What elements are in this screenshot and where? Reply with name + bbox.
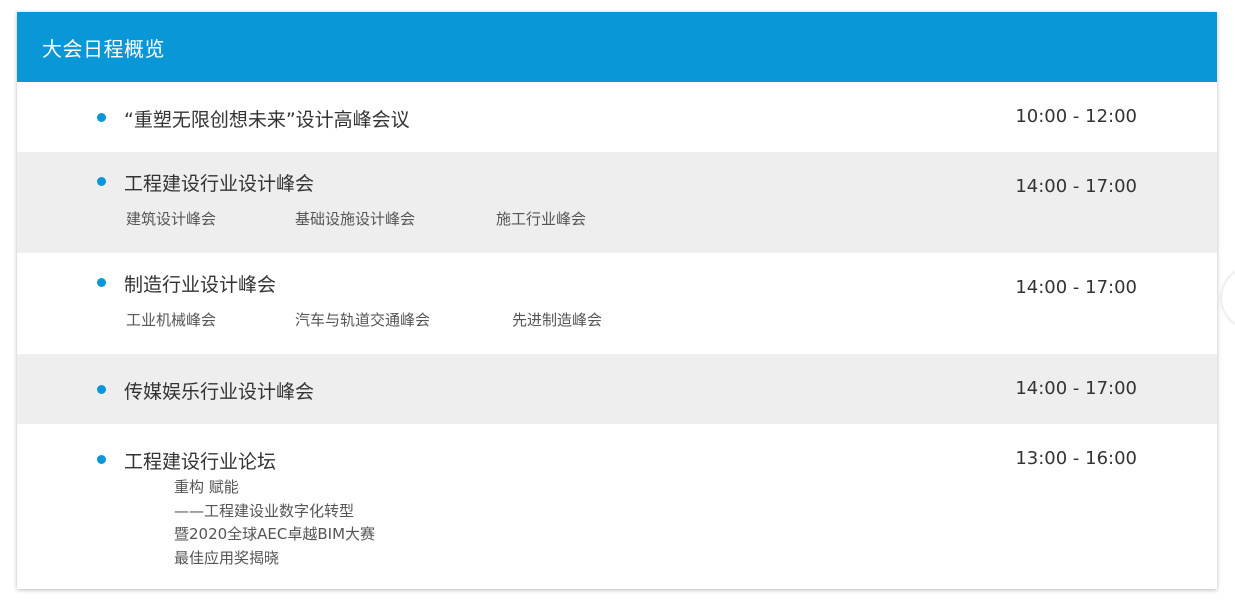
session-time: 14:00 - 17:00 — [1015, 378, 1137, 399]
description-line: 最佳应用奖揭晓 — [174, 548, 280, 567]
bullet-dot-icon — [97, 385, 106, 394]
subsession-label: 先进制造峰会 — [512, 311, 603, 329]
session-title: 工程建设行业设计峰会 — [124, 173, 315, 195]
schedule-card: 大会日程概览 “重塑无限创想未来”设计高峰会议 10:00 - 12:00 工程… — [17, 12, 1217, 589]
bullet-dot-icon — [97, 177, 106, 186]
schedule-row: 工程建设行业设计峰会 14:00 - 17:00 建筑设计峰会 基础设施设计峰会… — [17, 152, 1217, 253]
bullet-dot-icon — [97, 113, 106, 122]
bullet-dot-icon — [97, 455, 106, 464]
side-float-button[interactable] — [1222, 268, 1235, 328]
schedule-header: 大会日程概览 — [17, 12, 1217, 82]
description-line: 暨2020全球AEC卓越BIM大赛 — [174, 525, 376, 543]
page-title: 大会日程概览 — [42, 36, 165, 61]
session-time: 13:00 - 16:00 — [1015, 448, 1137, 469]
session-description: 重构 赋能 ——工程建设业数字化转型 暨2020全球AEC卓越BIM大赛 最佳应… — [174, 476, 375, 570]
bullet-dot-icon — [97, 278, 106, 287]
session-time: 14:00 - 17:00 — [1015, 277, 1137, 298]
subsession-label: 工业机械峰会 — [126, 311, 217, 329]
schedule-row: 制造行业设计峰会 14:00 - 17:00 工业机械峰会 汽车与轨道交通峰会 … — [17, 253, 1217, 354]
session-title: “重塑无限创想未来”设计高峰会议 — [124, 109, 410, 131]
session-title: 传媒娱乐行业设计峰会 — [124, 381, 315, 403]
description-line: ——工程建设业数字化转型 — [174, 501, 355, 520]
schedule-row: 工程建设行业论坛 13:00 - 16:00 重构 赋能 ——工程建设业数字化转… — [17, 424, 1217, 589]
subsession-label: 施工行业峰会 — [496, 210, 587, 228]
schedule-row: 传媒娱乐行业设计峰会 14:00 - 17:00 — [17, 354, 1217, 424]
session-title: 制造行业设计峰会 — [124, 274, 277, 296]
description-line: 重构 赋能 — [174, 478, 239, 496]
session-time: 10:00 - 12:00 — [1015, 106, 1137, 127]
subsession-label: 汽车与轨道交通峰会 — [295, 311, 431, 329]
schedule-row: “重塑无限创想未来”设计高峰会议 10:00 - 12:00 — [17, 82, 1217, 152]
subsession-label: 建筑设计峰会 — [126, 210, 217, 228]
subsession-label: 基础设施设计峰会 — [295, 210, 416, 228]
session-title: 工程建设行业论坛 — [124, 451, 277, 473]
session-time: 14:00 - 17:00 — [1015, 176, 1137, 197]
